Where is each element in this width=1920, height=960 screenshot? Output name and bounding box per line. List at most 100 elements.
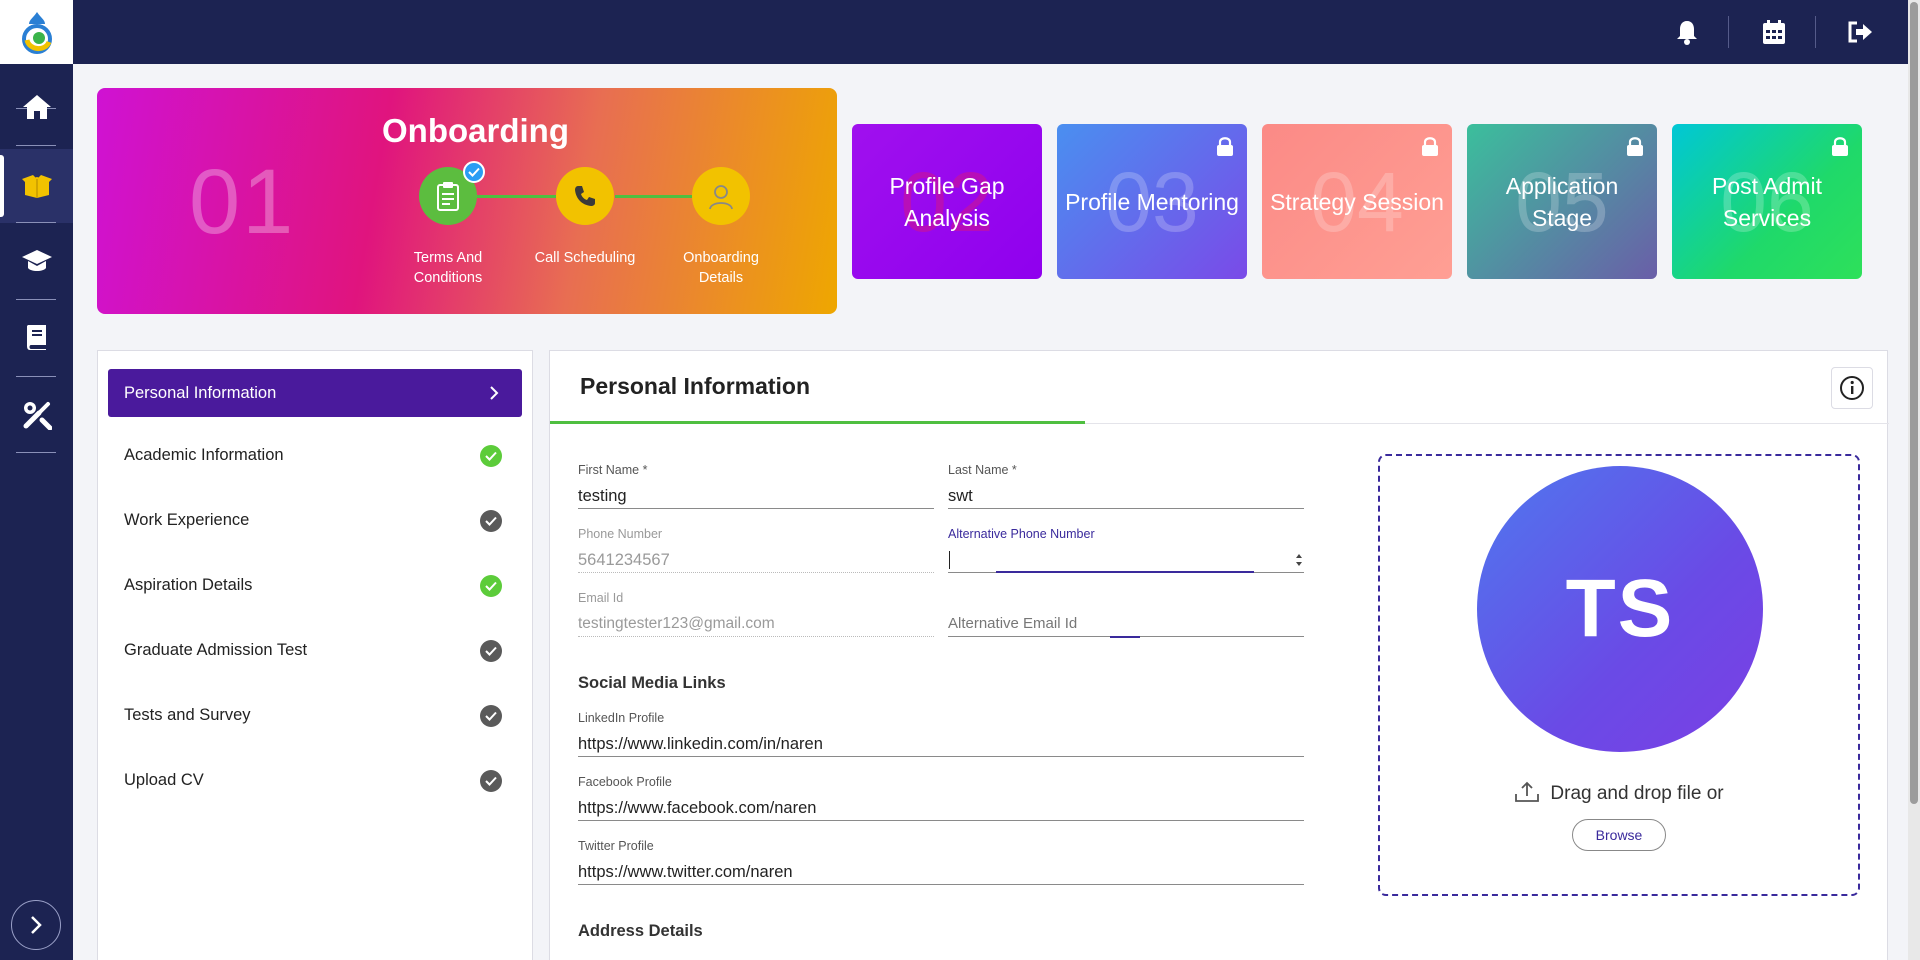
step-terms[interactable] [419, 161, 485, 225]
personal-information-form: Personal Information First Name * testin… [549, 350, 1889, 960]
menu-item-label: Academic Information [124, 445, 284, 464]
check-icon [480, 640, 502, 662]
bell-icon [1677, 21, 1697, 45]
field-label: Alternative Phone Number [948, 527, 1095, 541]
stage-card-profile-gap[interactable]: 02 Profile Gap Analysis [852, 124, 1042, 279]
alternative-phone-input[interactable] [948, 547, 1304, 573]
lock-icon [1832, 137, 1848, 156]
phone-input: 5641234567 [578, 547, 934, 573]
nav-home[interactable] [0, 70, 73, 144]
menu-item-aspiration-details[interactable]: Aspiration Details [108, 561, 522, 609]
alternative-phone-field[interactable]: Alternative Phone Number [948, 527, 1304, 573]
facebook-field[interactable]: Facebook Profile https://www.facebook.co… [578, 775, 1304, 821]
spinner-arrows-icon[interactable] [1294, 552, 1304, 568]
onboarding-number: 01 [189, 151, 296, 253]
lock-icon [1217, 137, 1233, 156]
app-logo[interactable] [0, 0, 73, 64]
chevron-right-icon [490, 386, 499, 400]
nav-divider [16, 376, 56, 377]
menu-item-upload-cv[interactable]: Upload CV [108, 756, 522, 804]
linkedin-input[interactable]: https://www.linkedin.com/in/naren [578, 731, 1304, 757]
last-name-input[interactable]: swt [948, 483, 1304, 509]
logout-button[interactable] [1846, 18, 1874, 46]
email-field: Email Id testingtester123@gmail.com [578, 591, 934, 637]
stage-card-strategy-session[interactable]: 04 Strategy Session [1262, 124, 1452, 279]
twitter-input[interactable]: https://www.twitter.com/naren [578, 859, 1304, 885]
browse-button[interactable]: Browse [1572, 819, 1666, 851]
check-icon [480, 770, 502, 792]
field-label: Last Name * [948, 463, 1017, 477]
menu-item-tests-and-survey[interactable]: Tests and Survey [108, 691, 522, 739]
logout-icon [1848, 21, 1872, 43]
user-icon [709, 185, 733, 210]
stage-card-application-stage[interactable]: 05 Application Stage [1467, 124, 1657, 279]
sidebar [0, 0, 73, 960]
phone-field: Phone Number 5641234567 [578, 527, 934, 573]
step-label-call: Call Scheduling [534, 250, 636, 266]
page-scrollbar[interactable] [1908, 0, 1920, 960]
focus-underline [996, 571, 1254, 573]
nav-divider [16, 145, 56, 146]
menu-item-label: Tests and Survey [124, 705, 251, 724]
tools-icon [23, 402, 52, 430]
step-onboarding-details[interactable] [692, 167, 750, 225]
nav-book[interactable] [0, 300, 73, 374]
address-details-title: Address Details [578, 922, 703, 940]
step-label-terms: Terms And Conditions [413, 250, 483, 286]
menu-item-graduate-admission-test[interactable]: Graduate Admission Test [108, 626, 522, 674]
onboarding-card[interactable]: 01 Onboarding Terms And Conditions Call … [97, 88, 837, 314]
nav-school[interactable] [0, 224, 73, 298]
facebook-input[interactable]: https://www.facebook.com/naren [578, 795, 1304, 821]
twitter-field[interactable]: Twitter Profile https://www.twitter.com/… [578, 839, 1304, 885]
profile-section-menu: Personal Information Academic Informatio… [97, 350, 533, 960]
calendar-icon [1763, 20, 1785, 44]
drag-drop-label: Drag and drop file or [1550, 783, 1724, 804]
scrollbar-thumb[interactable] [1910, 2, 1918, 804]
text-cursor [949, 551, 950, 569]
notifications-button[interactable] [1673, 18, 1701, 46]
lock-icon [1422, 137, 1438, 156]
photo-upload-dropzone[interactable]: TS Drag and drop file or Browse [1378, 454, 1860, 896]
stage-card-profile-mentoring[interactable]: 03 Profile Mentoring [1057, 124, 1247, 279]
lock-icon [1627, 137, 1643, 156]
linkedin-field[interactable]: LinkedIn Profile https://www.linkedin.co… [578, 711, 1304, 757]
first-name-field[interactable]: First Name * testing [578, 463, 934, 509]
last-name-field[interactable]: Last Name * swt [948, 463, 1304, 509]
home-icon [22, 95, 51, 119]
nav-divider [16, 222, 56, 223]
social-media-title: Social Media Links [578, 674, 726, 692]
topbar-divider [1728, 16, 1729, 48]
completed-check-icon [463, 161, 485, 183]
focus-underline [1110, 636, 1140, 638]
drag-drop-text: Drag and drop file or [1380, 781, 1858, 805]
clipboard-icon [437, 182, 459, 211]
expand-sidebar-button[interactable] [11, 900, 61, 950]
stage-card-post-admit[interactable]: 06 Post Admit Services [1672, 124, 1862, 279]
avatar: TS [1477, 466, 1763, 752]
alternative-email-field[interactable]: Alternative Email Id [948, 591, 1304, 638]
topbar-divider [1815, 16, 1816, 48]
step-call-scheduling[interactable] [556, 167, 614, 225]
menu-item-label: Upload CV [124, 770, 204, 789]
info-button[interactable] [1831, 367, 1873, 409]
nav-box[interactable] [0, 149, 73, 223]
first-name-input[interactable]: testing [578, 483, 934, 509]
nav-divider [16, 452, 56, 453]
top-bar [73, 0, 1920, 64]
field-label: Phone Number [578, 527, 663, 541]
field-label: Twitter Profile [578, 839, 654, 853]
open-box-icon [21, 175, 52, 198]
header-accent-line [550, 421, 1085, 424]
alternative-email-input[interactable]: Alternative Email Id [948, 611, 1304, 637]
calendar-button[interactable] [1760, 18, 1788, 46]
menu-item-academic-information[interactable]: Academic Information [108, 431, 522, 479]
check-icon [480, 510, 502, 532]
menu-item-label: Work Experience [124, 510, 250, 529]
complete-check-icon [480, 445, 502, 467]
upload-icon [1515, 781, 1540, 802]
menu-item-work-experience[interactable]: Work Experience [108, 496, 522, 544]
complete-check-icon [480, 575, 502, 597]
nav-tools[interactable] [0, 378, 73, 452]
menu-item-personal-information[interactable]: Personal Information [108, 369, 522, 417]
step-label-details: Onboarding Details [683, 250, 759, 286]
